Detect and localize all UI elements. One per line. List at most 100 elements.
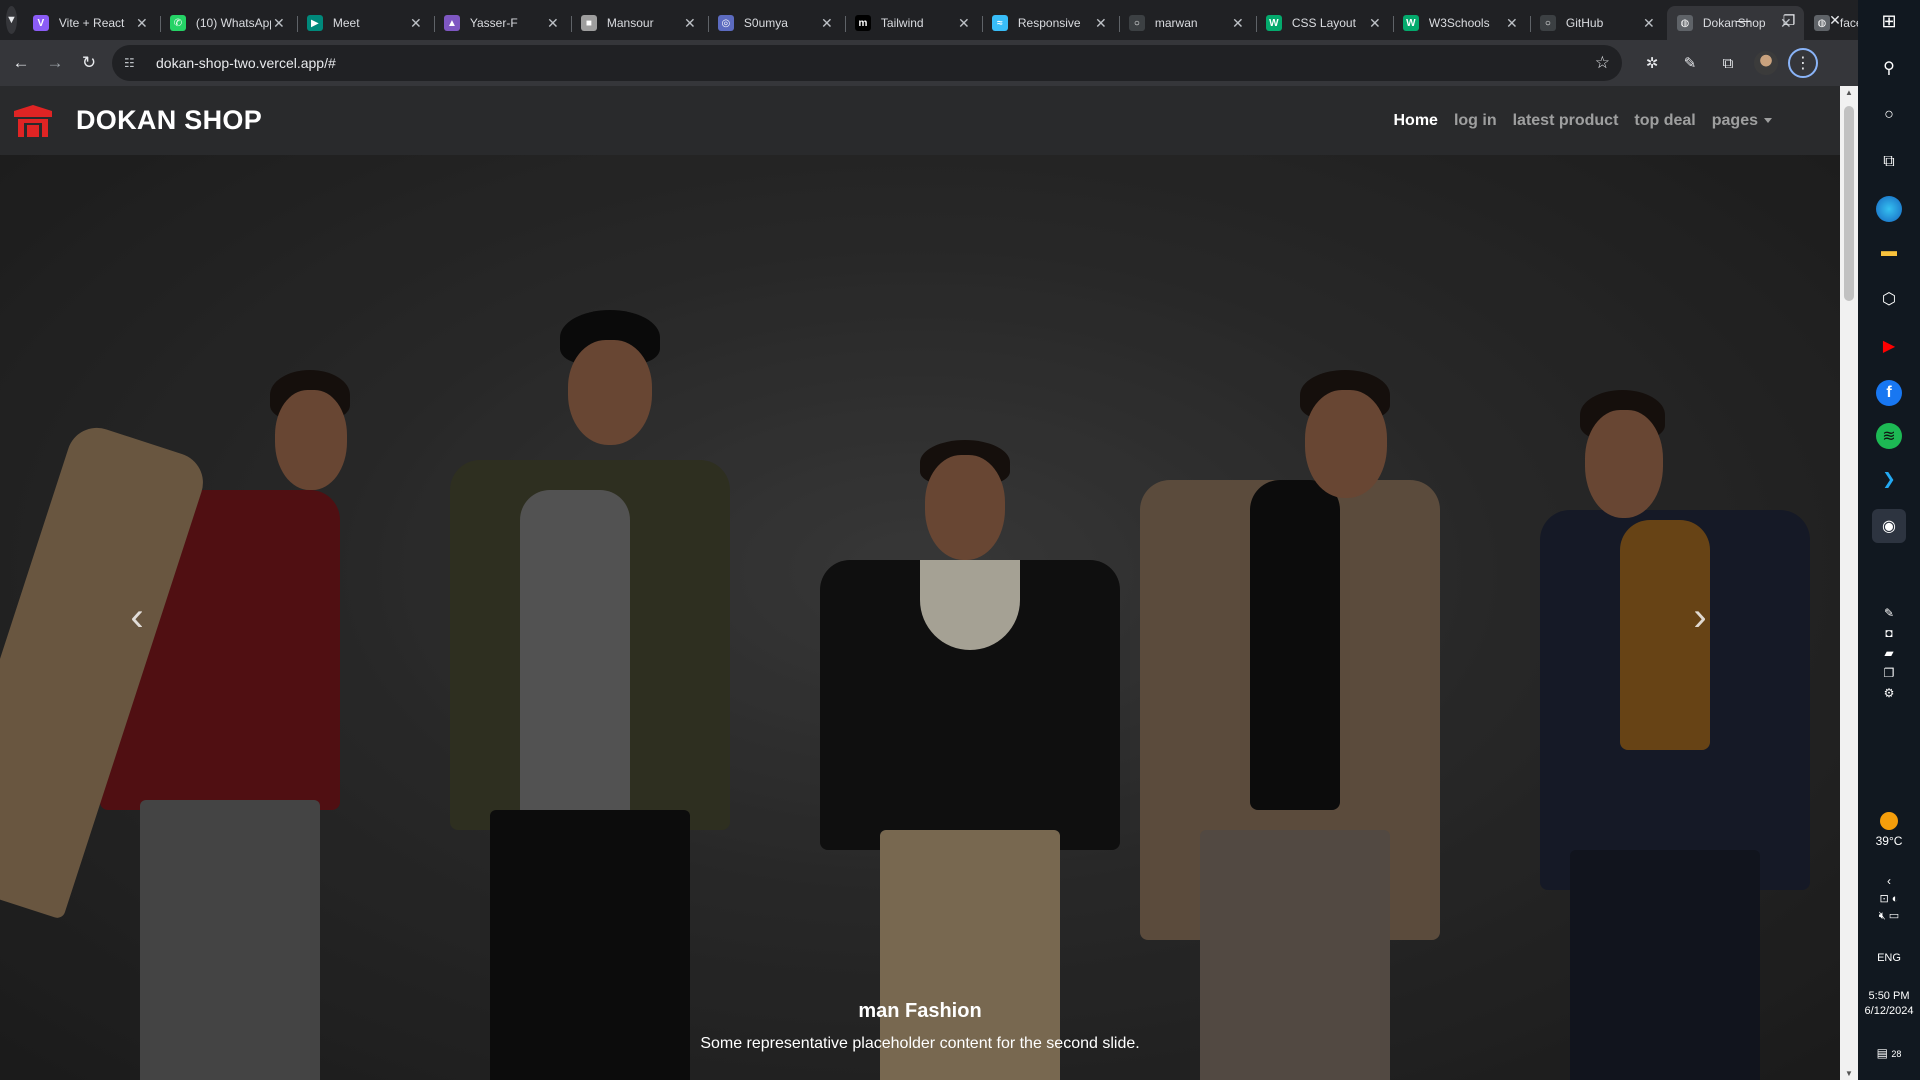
url-text[interactable]: dokan-shop-two.vercel.app/# [156,55,1595,71]
browser-tab[interactable]: W CSS Layout ✕ [1255,6,1393,40]
carousel-next-button[interactable]: › [1610,155,1790,1080]
windows-start-icon[interactable]: ⊞ [1872,4,1906,38]
tray-quick-icons: ✎ ◘ ▰ ❐ ⚙ [1858,606,1920,700]
spotify-icon[interactable]: ≋ [1876,423,1902,449]
notification-icon: ▤ [1876,1046,1888,1060]
nav-pages-dropdown[interactable]: pages [1712,112,1772,130]
reload-button[interactable]: ↻ [72,46,106,80]
weather-widget[interactable]: 39°C [1858,812,1920,848]
browser-tab[interactable]: ✆ (10) WhatsApp ✕ [159,6,297,40]
weather-temp: 39°C [1875,834,1903,848]
notification-count: 28 [1891,1049,1902,1059]
chevron-down-icon [1764,117,1772,123]
browser-tab-strip: ▼ V Vite + React ✕ ✆ (10) WhatsApp ✕ ▶ Meet ✕ ▲ Ya… [0,0,1920,40]
tab-close-icon[interactable]: ✕ [819,15,835,32]
tab-close-icon[interactable]: ✕ [1367,15,1383,32]
browser-tab[interactable]: ○ marwan ✕ [1118,6,1256,40]
tab-favicon-icon: ▲ [443,15,460,31]
close-window-button[interactable]: ✕ [1812,0,1858,40]
tray-overflow: ‹ ⊡ ◐ 🔇︎ ▭ [1858,874,1920,923]
browser-tab[interactable]: W W3Schools ✕ [1392,6,1530,40]
nav-home-link[interactable]: Home [1394,112,1438,130]
minimize-button[interactable]: — [1720,0,1766,40]
page-scrollbar[interactable]: ▲ ▼ [1840,86,1858,1080]
chevron-left-icon[interactable]: ‹ [1858,874,1920,888]
volume-muted-icon[interactable]: 🔇︎ ▭ [1858,909,1920,923]
address-bar[interactable]: ☷ dokan-shop-two.vercel.app/# ☆ [112,45,1622,81]
clock[interactable]: 5:50 PM 6/12/2024 [1858,990,1920,1017]
extensions-puzzle-icon[interactable]: ⧉ [1712,47,1744,79]
tab-favicon-icon: ○ [1539,15,1556,31]
tab-close-icon[interactable]: ✕ [545,15,561,32]
windows-taskbar: ⊞ ⚲ ○ ⧉ ▬ ⬡ ▶ f ≋ ❯ ◉ ✎ ◘ ▰ ❐ ⚙ 39°C ‹ ⊡… [1858,0,1920,1080]
tab-close-icon[interactable]: ✕ [408,15,424,32]
youtube-icon[interactable]: ▶ [1872,329,1906,363]
nav-links: Home log in latest product top deal page… [1394,86,1772,155]
camera-icon[interactable]: ◘ [1858,626,1920,640]
back-button[interactable]: ← [4,46,38,80]
tab-title: Responsive [1017,16,1081,30]
browser-tab[interactable]: ▲ Yasser-F ✕ [433,6,571,40]
tab-close-icon[interactable]: ✕ [956,15,972,32]
tab-close-icon[interactable]: ✕ [1230,15,1246,32]
tab-favicon-icon: ✆ [169,15,186,31]
extension-icons: ✲ ✎ ⧉ ⋮ [1636,47,1818,79]
extension-pen-icon[interactable]: ✎ [1674,47,1706,79]
scroll-down-arrow[interactable]: ▼ [1840,1069,1858,1078]
tab-close-icon[interactable]: ✕ [1641,15,1657,32]
windows-icon[interactable]: ❐ [1858,666,1920,680]
browser-tab[interactable]: ≈ Responsive ✕ [981,6,1119,40]
clock-time: 5:50 PM [1868,990,1910,1002]
tab-list: V Vite + React ✕ ✆ (10) WhatsApp ✕ ▶ Meet ✕ ▲ Yass… [23,0,1920,40]
forward-button[interactable]: → [38,46,72,80]
tab-search-button[interactable]: ▼ [6,6,17,34]
tab-close-icon[interactable]: ✕ [134,15,150,32]
file-explorer-icon[interactable]: ▬ [1872,235,1906,269]
tab-close-icon[interactable]: ✕ [1504,15,1520,32]
language-indicator[interactable]: ENG [1858,952,1920,964]
chrome-icon[interactable]: ◉ [1872,509,1906,543]
tab-title: GitHub [1565,16,1604,30]
browser-tab[interactable]: ◎ S0umya ✕ [707,6,845,40]
tab-favicon-icon: ○ [1128,15,1145,31]
tab-favicon-icon: ▶ [306,15,323,31]
notification-center[interactable]: ▤ 28 [1858,1046,1920,1060]
nav-top-deal-link[interactable]: top deal [1634,112,1695,130]
tab-close-icon[interactable]: ✕ [682,15,698,32]
browser-tab[interactable]: m Tailwind ✕ [844,6,982,40]
tab-title: Meet [332,16,360,30]
nav-latest-product-link[interactable]: latest product [1513,112,1619,130]
profile-avatar[interactable] [1750,47,1782,79]
site-info-icon[interactable]: ☷ [124,56,144,70]
video-icon[interactable]: ▰ [1858,646,1920,660]
browser-menu-button[interactable]: ⋮ [1788,48,1818,78]
tab-close-icon[interactable]: ✕ [1093,15,1109,32]
browser-tab[interactable]: ■ Mansour ✕ [570,6,708,40]
nav-login-link[interactable]: log in [1454,112,1497,130]
app-cube-icon[interactable]: ⬡ [1872,282,1906,316]
browser-tab[interactable]: ○ GitHub ✕ [1529,6,1667,40]
carousel-prev-button[interactable]: ‹ [47,155,227,1080]
settings-gear-icon[interactable]: ⚙ [1858,686,1920,700]
tab-close-icon[interactable]: ✕ [271,15,287,32]
tab-favicon-icon: W [1265,15,1282,31]
browser-tab[interactable]: V Vite + React ✕ [23,6,160,40]
network-icon[interactable]: ⊡ ◐ [1858,892,1920,905]
task-view-icon[interactable]: ⧉ [1872,145,1906,179]
browser-tab[interactable]: ▶ Meet ✕ [296,6,434,40]
page-viewport: DOKAN SHOP Home log in latest product to… [0,86,1840,1080]
scroll-up-arrow[interactable]: ▲ [1840,88,1858,97]
restore-button[interactable]: ❐ [1766,0,1812,40]
extension-gear-icon[interactable]: ✲ [1636,47,1668,79]
vscode-icon[interactable]: ❯ [1872,462,1906,496]
scrollbar-thumb[interactable] [1844,106,1854,301]
bookmark-star-icon[interactable]: ☆ [1595,53,1610,73]
brand-name: DOKAN SHOP [76,105,263,135]
tab-favicon-icon: V [32,15,49,31]
facebook-icon[interactable]: f [1876,380,1902,406]
edge-browser-icon[interactable] [1876,196,1902,222]
cortana-circle-icon[interactable]: ○ [1872,98,1906,132]
search-icon[interactable]: ⚲ [1872,51,1906,85]
brand-link[interactable]: DOKAN SHOP [12,103,262,139]
pen-icon[interactable]: ✎ [1858,606,1920,620]
